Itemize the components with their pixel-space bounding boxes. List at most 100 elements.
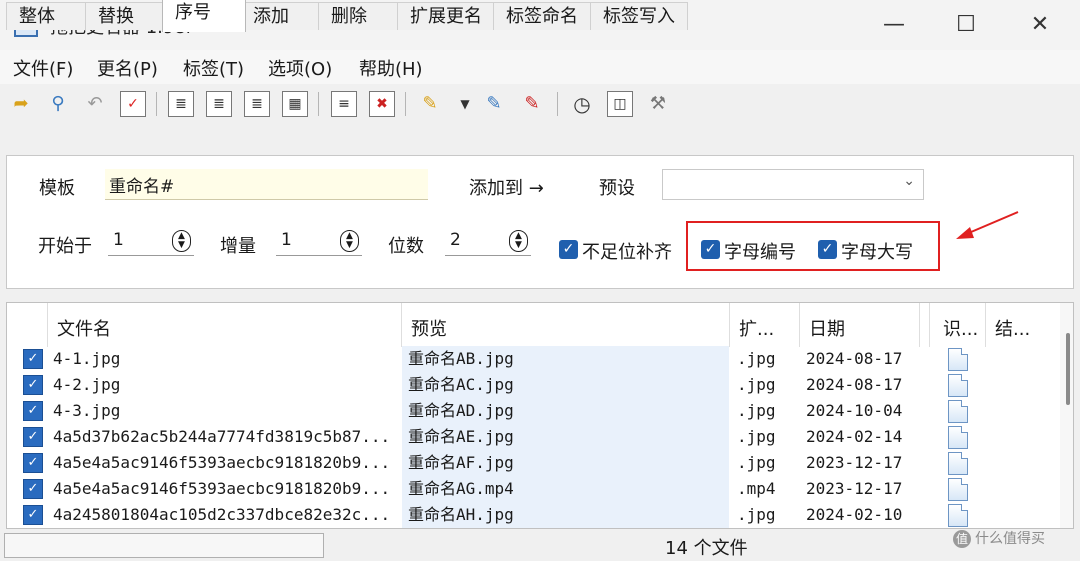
search-icon[interactable]: ⚲	[45, 91, 71, 117]
menu-rename[interactable]: 更名(P)	[97, 55, 158, 81]
cell-preview: 重命名AF.jpg	[402, 450, 729, 476]
tab-tag-writing[interactable]: 标签写入	[590, 2, 688, 30]
menu-tags[interactable]: 标签(T)	[183, 55, 244, 81]
column-divider	[799, 303, 800, 347]
tools-icon[interactable]: ⚒	[645, 91, 671, 117]
maximize-button[interactable]: ☐	[943, 8, 989, 42]
cell-date: 2024-02-14	[806, 427, 903, 446]
document-icon	[948, 400, 968, 423]
row-checkbox[interactable]: ✓	[23, 401, 43, 421]
table-row[interactable]: ✓ 4a245801804ac105d2c337dbce82e32c... 重命…	[7, 502, 1057, 528]
table-row[interactable]: ✓ 4a5d37b62ac5b244a7774fd3819c5b87... 重命…	[7, 424, 1057, 450]
minimize-button[interactable]: —	[871, 8, 917, 42]
status-bar: 14 个文件	[0, 530, 1080, 561]
cell-extension: .jpg	[737, 401, 776, 420]
menu-file[interactable]: 文件(F)	[13, 55, 73, 81]
undo-icon[interactable]: ↶	[82, 91, 108, 117]
file-list: 文件名 预览 扩... 日期 识... 结... ✓ 4-1.jpg 重命名AB…	[6, 302, 1074, 529]
spin-arrows-icon[interactable]: ▲ ▼	[509, 230, 528, 252]
edit-tag-icon[interactable]: ✎	[481, 91, 507, 117]
rename-preview-icon[interactable]: ≣	[206, 91, 232, 117]
step-value: 1	[281, 230, 292, 250]
column-divider	[401, 303, 402, 347]
watermark-text: 什么值得买	[975, 531, 1045, 547]
column-divider	[47, 303, 48, 347]
pad-label: 不足位补齐	[582, 242, 672, 263]
column-divider	[929, 303, 930, 347]
cell-preview: 重命名AG.mp4	[402, 476, 729, 502]
cell-date: 2023-12-17	[806, 453, 903, 472]
rename-batch-icon[interactable]: ≣	[244, 91, 270, 117]
tab-extended-rename[interactable]: 扩展更名	[397, 2, 495, 30]
spin-arrows-icon[interactable]: ▲ ▼	[340, 230, 359, 252]
vertical-scrollbar[interactable]	[1060, 303, 1073, 528]
row-checkbox[interactable]: ✓	[23, 453, 43, 473]
tab-sequence[interactable]: 序号	[162, 0, 246, 32]
header-result[interactable]: 结...	[995, 315, 1030, 341]
cell-extension: .jpg	[737, 349, 776, 368]
document-icon	[948, 374, 968, 397]
toolbar-separator	[405, 92, 406, 116]
cell-date: 2024-08-17	[806, 375, 903, 394]
delete-list-icon[interactable]: ✖	[369, 91, 395, 117]
cell-date: 2024-08-17	[806, 349, 903, 368]
step-stepper[interactable]: 1 ▲ ▼	[276, 227, 362, 256]
row-checkbox[interactable]: ✓	[23, 505, 43, 525]
cell-preview: 重命名AB.jpg	[402, 346, 729, 372]
document-icon	[948, 478, 968, 501]
open-folder-icon[interactable]: ➦	[8, 91, 34, 117]
columns-icon[interactable]: ◫	[607, 91, 633, 117]
header-preview[interactable]: 预览	[411, 315, 447, 341]
rename-record-icon[interactable]: ▦	[282, 91, 308, 117]
template-input[interactable]: 重命名#	[105, 169, 428, 200]
spin-arrows-icon[interactable]: ▲ ▼	[172, 230, 191, 252]
row-checkbox[interactable]: ✓	[23, 479, 43, 499]
tab-replace[interactable]: 替换	[85, 2, 165, 30]
table-row[interactable]: ✓ 4a5e4a5ac9146f5393aecbc9181820b9... 重命…	[7, 450, 1057, 476]
preset-select[interactable]: ⌄	[662, 169, 924, 200]
clock-icon[interactable]: ◷	[569, 91, 595, 117]
row-checkbox[interactable]: ✓	[23, 349, 43, 369]
open-file-icon[interactable]: ✎	[417, 91, 443, 117]
cell-filename: 4-2.jpg	[53, 375, 121, 394]
table-row[interactable]: ✓ 4-1.jpg 重命名AB.jpg .jpg 2024-08-17	[7, 346, 1057, 372]
cell-filename: 4a245801804ac105d2c337dbce82e32c...	[53, 505, 391, 524]
dropdown-arrow-icon[interactable]: ▼	[452, 91, 478, 117]
cell-filename: 4-3.jpg	[53, 401, 121, 420]
start-value: 1	[113, 230, 124, 250]
table-row[interactable]: ✓ 4a5e4a5ac9146f5393aecbc9181820b9... 重命…	[7, 476, 1057, 502]
table-row[interactable]: ✓ 4-3.jpg 重命名AD.jpg .jpg 2024-10-04	[7, 398, 1057, 424]
tab-add[interactable]: 添加	[240, 2, 320, 30]
cell-filename: 4-1.jpg	[53, 349, 121, 368]
list-icon[interactable]: ≡	[331, 91, 357, 117]
close-button[interactable]: ✕	[1017, 8, 1063, 42]
digits-stepper[interactable]: 2 ▲ ▼	[445, 227, 531, 256]
toolbar: ➦ ⚲ ↶ ✓ ≣ ≣ ≣ ▦ ≡ ✖ ✎ ▼ ✎ ✎ ◷ ◫ ⚒	[0, 86, 1080, 122]
chevron-down-icon: ⌄	[903, 173, 915, 189]
check-icon[interactable]: ✓	[120, 91, 146, 117]
toolbar-separator	[557, 92, 558, 116]
rename-apply-icon[interactable]: ≣	[168, 91, 194, 117]
row-checkbox[interactable]: ✓	[23, 375, 43, 395]
menu-options[interactable]: 选项(O)	[268, 55, 332, 81]
header-filename[interactable]: 文件名	[57, 315, 111, 341]
cell-preview: 重命名AE.jpg	[402, 424, 729, 450]
start-stepper[interactable]: 1 ▲ ▼	[108, 227, 194, 256]
header-date[interactable]: 日期	[809, 315, 845, 341]
tab-overall[interactable]: 整体	[6, 2, 88, 30]
table-row[interactable]: ✓ 4-2.jpg 重命名AC.jpg .jpg 2024-08-17	[7, 372, 1057, 398]
tab-delete[interactable]: 删除	[318, 2, 398, 30]
tab-tag-naming[interactable]: 标签命名	[493, 2, 591, 30]
pad-checkbox[interactable]: ✓	[559, 240, 578, 259]
template-label: 模板	[39, 178, 75, 199]
scrollbar-thumb[interactable]	[1066, 333, 1070, 405]
annotation-highlight-box	[686, 221, 940, 271]
header-extension[interactable]: 扩...	[739, 315, 774, 341]
remove-tag-icon[interactable]: ✎	[519, 91, 545, 117]
row-checkbox[interactable]: ✓	[23, 427, 43, 447]
toolbar-separator	[156, 92, 157, 116]
cell-preview: 重命名AC.jpg	[402, 372, 729, 398]
header-identify[interactable]: 识...	[943, 315, 978, 341]
cell-extension: .jpg	[737, 505, 776, 524]
menu-help[interactable]: 帮助(H)	[359, 55, 423, 81]
